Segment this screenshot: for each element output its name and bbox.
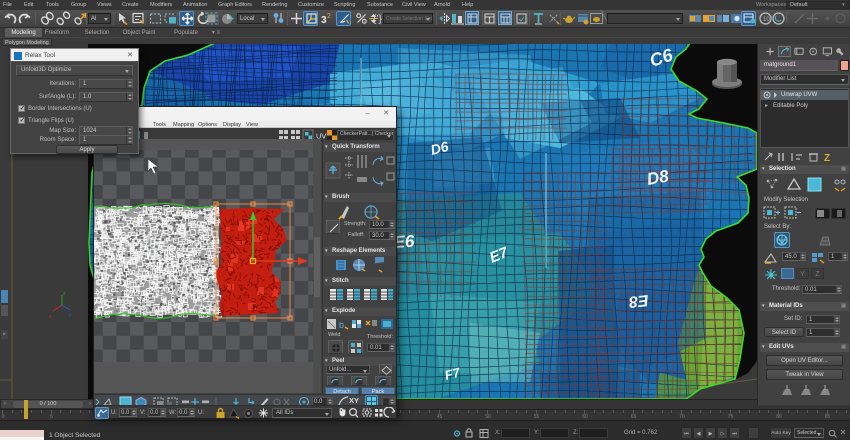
svg-text:10: 10 (763, 17, 770, 23)
svg-text:b: b (339, 320, 344, 330)
svg-text:Z: Z (824, 153, 830, 163)
svg-text:E8: E8 (628, 291, 649, 310)
svg-text:{’}: {’} (373, 14, 383, 25)
svg-text:D8: D8 (645, 166, 670, 189)
